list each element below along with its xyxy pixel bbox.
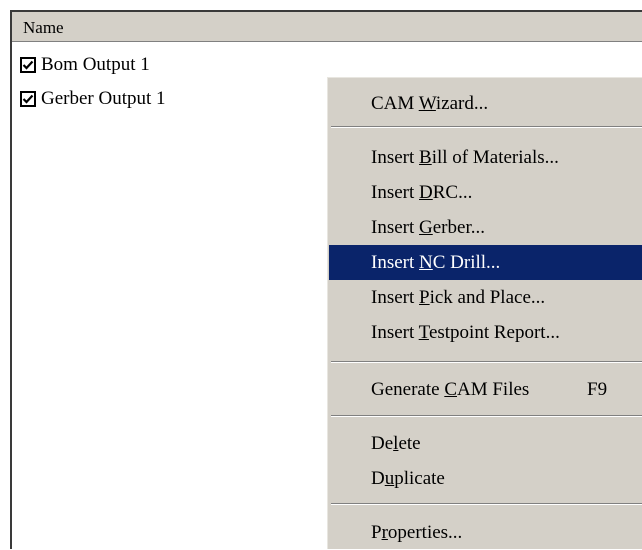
menu-item-insert-nc-drill[interactable]: Insert NC Drill... (329, 245, 642, 280)
menu-item-label: Generate CAM Files (371, 378, 530, 400)
checkmark-icon (22, 60, 34, 70)
context-menu: CAM Wizard... Insert Bill of Materials..… (326, 76, 642, 549)
menu-separator (331, 126, 642, 128)
menu-item-insert-bill-of-materials[interactable]: Insert Bill of Materials... (329, 140, 642, 175)
menu-separator (331, 503, 642, 505)
checkmark-icon (22, 94, 34, 104)
menu-item-insert-pick-and-place[interactable]: Insert Pick and Place... (329, 280, 642, 315)
menu-item-label: Insert DRC... (371, 181, 473, 203)
menu-separator (331, 361, 642, 363)
menu-item-label: Properties... (371, 521, 463, 543)
menu-item-generate-cam-files[interactable]: Generate CAM Files F9 (329, 372, 642, 407)
menu-item-label: Insert Pick and Place... (371, 286, 546, 308)
menu-item-insert-gerber[interactable]: Insert Gerber... (329, 210, 642, 245)
menu-item-label: Insert Bill of Materials... (371, 146, 559, 168)
menu-item-label: Insert Gerber... (371, 216, 485, 238)
menu-item-cam-wizard[interactable]: CAM Wizard... (329, 86, 642, 121)
bom-output-checkbox[interactable] (20, 57, 36, 73)
menu-item-label: Insert NC Drill... (371, 251, 501, 273)
menu-item-shortcut: F9 (587, 378, 608, 400)
menu-item-label: Insert Testpoint Report... (371, 321, 560, 343)
menu-item-label: CAM Wizard... (371, 92, 489, 114)
list-item-gerber-output[interactable]: Gerber Output 1 (20, 85, 166, 113)
menu-item-label: Delete (371, 432, 421, 454)
column-header-name[interactable]: Name (12, 12, 642, 42)
list-item-label: Gerber Output 1 (41, 88, 166, 109)
menu-item-duplicate[interactable]: Duplicate (329, 461, 642, 496)
list-item-bom-output[interactable]: Bom Output 1 (20, 51, 150, 79)
gerber-output-checkbox[interactable] (20, 91, 36, 107)
list-item-label: Bom Output 1 (41, 54, 150, 75)
menu-item-delete[interactable]: Delete (329, 426, 642, 461)
menu-separator (331, 415, 642, 417)
menu-item-insert-testpoint-report[interactable]: Insert Testpoint Report... (329, 315, 642, 350)
column-header-label: Name (23, 18, 64, 37)
menu-item-label: Duplicate (371, 467, 445, 489)
menu-item-properties[interactable]: Properties... (329, 515, 642, 550)
menu-item-insert-drc[interactable]: Insert DRC... (329, 175, 642, 210)
